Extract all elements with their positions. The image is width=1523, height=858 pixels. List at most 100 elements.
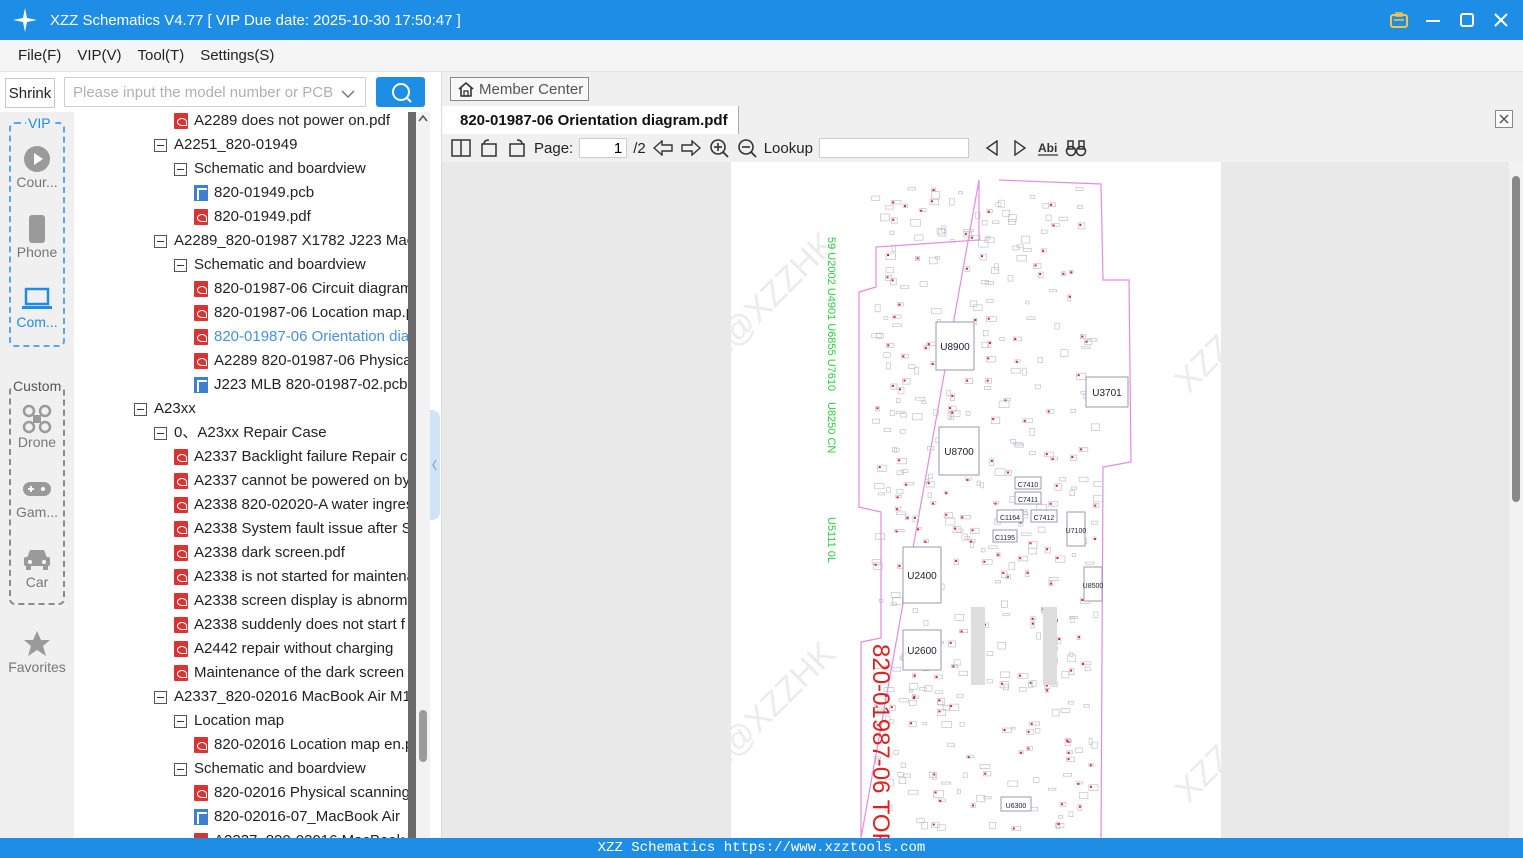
search-input[interactable] (73, 83, 333, 101)
tree-file[interactable]: A2337 Backlight failure Repair case (174, 445, 408, 469)
tree-folder[interactable]: A2337_820-02016 MacBook Air M1 (154, 685, 408, 709)
component-outline (936, 698, 946, 705)
next-page-button[interactable] (680, 137, 702, 159)
category-computer[interactable]: Com... (0, 284, 74, 330)
tree-file[interactable]: 820-01987-06 Circuit diagram.pdf (194, 277, 408, 301)
tree-file[interactable]: A2289 820-01987-06 Physical scanning (194, 349, 408, 373)
find-next-button[interactable] (1009, 137, 1031, 159)
document-tab[interactable]: 820-01987-06 Orientation diagram.pdf (442, 106, 739, 134)
tree-scrollbar[interactable] (416, 112, 430, 838)
tree-file[interactable]: A2338 820-02020-A water ingress (174, 493, 408, 517)
pad-marker (987, 210, 990, 213)
tree-folder[interactable]: A2251_820-01949 (154, 133, 297, 157)
notification-icon[interactable] (1389, 10, 1409, 30)
pad-marker (1029, 542, 1032, 545)
menu-settings[interactable]: Settings(S) (200, 47, 274, 64)
chip-label: C7410 (1018, 482, 1039, 489)
lookup-input[interactable] (818, 138, 969, 158)
menu-file[interactable]: File(F) (18, 47, 61, 64)
close-button[interactable] (1491, 10, 1511, 30)
two-page-view-button[interactable] (450, 137, 472, 159)
maximize-button[interactable] (1457, 10, 1477, 30)
tree-file[interactable]: J223 MLB 820-01987-02.pcb (194, 373, 407, 397)
tree-file[interactable]: A2442 repair without charging (174, 637, 393, 661)
tree-folder[interactable]: Schematic and boardview (174, 157, 366, 181)
collapse-icon[interactable] (154, 426, 167, 440)
tree-file[interactable]: A2338 dark screen.pdf (174, 541, 345, 565)
menu-vip[interactable]: VIP(V) (77, 47, 121, 64)
tree-file[interactable]: A2338 System fault issue after S (174, 517, 408, 541)
pdf-file-icon (174, 665, 188, 681)
zoom-out-button[interactable] (736, 137, 758, 159)
pad-marker (992, 418, 995, 421)
tree-file[interactable]: Maintenance of the dark screen (174, 661, 404, 685)
tree-file[interactable]: A2289 does not power on.pdf (174, 112, 390, 133)
close-tab-button[interactable] (1495, 110, 1513, 128)
pdf-viewer[interactable]: XZZ@XZZHK XZZ@XZZHK XZZ@XZZHK XZZ@XZZHK U890… (442, 162, 1510, 838)
category-course[interactable]: Cour... (0, 144, 74, 190)
component-outline (1068, 811, 1074, 817)
category-car[interactable]: Car (0, 544, 74, 590)
component-outline (947, 742, 955, 747)
component-outline (1083, 704, 1091, 708)
search-button[interactable] (376, 77, 425, 107)
collapse-icon[interactable] (174, 714, 187, 728)
tree-folder[interactable]: A23xx (134, 397, 196, 421)
component-outline (1063, 773, 1072, 777)
binoculars-icon[interactable] (1065, 137, 1087, 159)
rotate-left-button[interactable] (478, 137, 500, 159)
category-favorites[interactable]: Favorites (0, 629, 74, 675)
collapse-icon[interactable] (174, 762, 187, 776)
tree-folder[interactable]: A2289_820-01987 X1782 J223 MacBook (154, 229, 408, 253)
search-field[interactable] (64, 77, 366, 107)
tree-file[interactable]: A2338 screen display is abnormal (174, 589, 408, 613)
tree-scroll-thumb[interactable] (419, 710, 427, 762)
tree-file[interactable]: 820-01987-06 Location map.pdf (194, 301, 408, 325)
menu-tool[interactable]: Tool(T) (138, 47, 185, 64)
tree-file[interactable]: 820-02016 Location map en.pdf (194, 733, 408, 757)
member-center-button[interactable]: Member Center (450, 77, 589, 101)
component-outline (982, 329, 989, 337)
panel-splitter[interactable] (430, 410, 440, 520)
component-outline (979, 253, 987, 261)
component-outline (889, 230, 895, 235)
tree-file[interactable]: 820-01987-06 Orientation diagram.pdf (194, 325, 408, 349)
tree-file[interactable]: A2338 suddenly does not start f (174, 613, 405, 637)
tree-folder[interactable]: Location map (174, 709, 284, 733)
collapse-icon[interactable] (154, 138, 167, 152)
collapse-icon[interactable] (154, 690, 167, 704)
collapse-icon[interactable] (174, 162, 187, 176)
match-case-button[interactable]: Abi (1037, 137, 1059, 159)
tree-file[interactable]: A2338 is not started for maintenance (174, 565, 408, 589)
viewer-scroll-thumb[interactable] (1512, 176, 1520, 502)
tree-file[interactable]: 820-02016-07_MacBook Air (194, 805, 400, 829)
rotate-right-button[interactable] (506, 137, 528, 159)
collapse-icon[interactable] (134, 402, 147, 416)
category-drone[interactable]: Drone (0, 404, 74, 450)
tree-folder[interactable]: Schematic and boardview (174, 253, 366, 277)
chevron-down-icon[interactable] (341, 86, 355, 102)
zoom-in-button[interactable] (708, 137, 730, 159)
tree-file[interactable]: 820-01949.pcb (194, 181, 314, 205)
component-outline (990, 416, 1001, 424)
component-outline (1016, 255, 1028, 262)
tree-file[interactable]: A2337_820-02016 MacBook (194, 829, 404, 838)
tree-file[interactable]: 820-02016 Physical scanning (194, 781, 408, 805)
pad-marker (1019, 557, 1022, 560)
tree-file[interactable]: 820-01949.pdf (194, 205, 311, 229)
prev-page-button[interactable] (652, 137, 674, 159)
page-number-input[interactable] (579, 138, 628, 158)
viewer-scrollbar[interactable] (1509, 162, 1523, 838)
category-game[interactable]: Gam... (0, 474, 74, 520)
tree-file[interactable]: A2337 cannot be powered on by (174, 469, 408, 493)
category-phone[interactable]: Phone (0, 214, 74, 260)
minimize-button[interactable] (1423, 10, 1443, 30)
shrink-button[interactable]: Shrink (5, 78, 55, 108)
tree-folder[interactable]: 0、A23xx Repair Case (154, 421, 327, 445)
collapse-icon[interactable] (174, 258, 187, 272)
star-icon (0, 629, 74, 659)
find-previous-button[interactable] (981, 137, 1003, 159)
pad-marker (1050, 203, 1053, 206)
collapse-icon[interactable] (154, 234, 167, 248)
tree-folder[interactable]: Schematic and boardview (174, 757, 366, 781)
